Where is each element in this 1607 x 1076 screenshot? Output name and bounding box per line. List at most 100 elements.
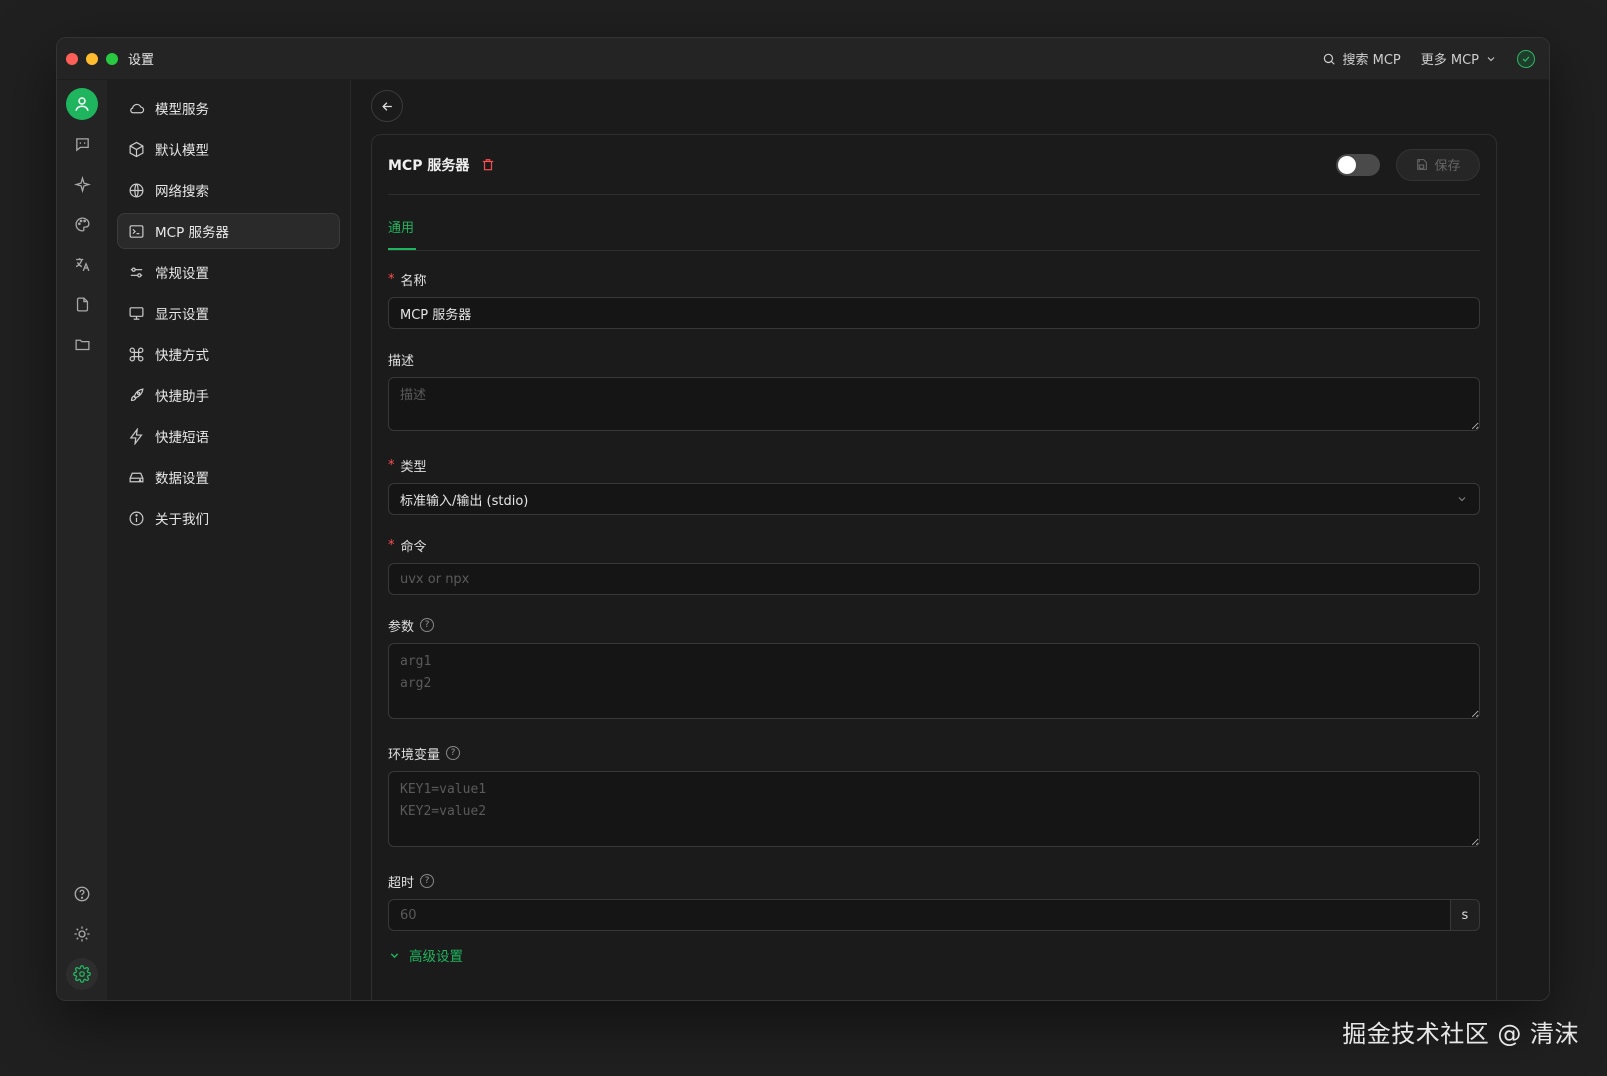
sun-icon	[74, 926, 90, 942]
minimize-window-button[interactable]	[86, 52, 98, 65]
help-nav-button[interactable]	[66, 878, 98, 910]
env-textarea[interactable]	[388, 771, 1480, 847]
translate-nav-button[interactable]	[66, 248, 98, 280]
command-input[interactable]	[388, 563, 1480, 595]
theme-toggle-button[interactable]	[66, 918, 98, 950]
info-icon	[129, 511, 144, 525]
args-textarea[interactable]	[388, 643, 1480, 719]
maximize-window-button[interactable]	[106, 52, 118, 65]
field-env: 环境变量?	[388, 743, 1480, 851]
chevron-down-icon	[390, 952, 399, 958]
name-input[interactable]	[388, 297, 1480, 329]
description-textarea[interactable]	[388, 377, 1480, 431]
sidebar-item-label: 快捷短语	[155, 430, 209, 446]
sidebar-item-label: 显示设置	[155, 307, 209, 323]
sidebar-item-default-model[interactable]: 默认模型	[117, 131, 340, 167]
description-label: 描述	[388, 353, 415, 369]
palette-nav-button[interactable]	[66, 208, 98, 240]
search-mcp-label: 搜索 MCP	[1342, 53, 1401, 68]
toggle-knob	[1338, 155, 1356, 174]
sidebar-item-quick-assistant[interactable]: 快捷助手	[117, 377, 340, 413]
cube-icon	[129, 141, 144, 157]
sidebar-item-quick-phrases[interactable]: 快捷短语	[117, 418, 340, 454]
main-content: MCP 服务器 保存 通用 * 名称 MCP 服务器 描述 描述 * 类型 标准…	[351, 80, 1549, 1000]
name-label: * 名称	[388, 271, 427, 289]
help-icon[interactable]: ?	[420, 874, 435, 888]
mcp-server-card: MCP 服务器 保存 通用 * 名称 MCP 服务器 描述 描述 * 类型 标准…	[371, 134, 1497, 1000]
sidebar-item-label: 模型服务	[155, 102, 209, 118]
field-args: 参数?	[388, 615, 1480, 723]
terminal-icon	[129, 224, 144, 238]
window-title: 设置	[128, 53, 155, 68]
sidebar-item-general-settings[interactable]: 常规设置	[117, 254, 340, 290]
timeout-label: 超时?	[388, 871, 1480, 891]
status-check-icon[interactable]	[1517, 49, 1535, 68]
sidebar-item-label: 快捷方式	[155, 348, 209, 364]
file-nav-button[interactable]	[66, 288, 98, 320]
search-mcp-button[interactable]: 搜索 MCP	[1322, 49, 1401, 68]
drive-icon	[129, 472, 144, 482]
file-icon	[76, 296, 88, 312]
sidebar-item-web-search[interactable]: 网络搜索	[117, 172, 340, 208]
sidebar-item-shortcuts[interactable]: 快捷方式	[117, 336, 340, 372]
more-mcp-label: 更多 MCP	[1420, 53, 1479, 68]
trash-icon	[483, 158, 494, 170]
avatar[interactable]	[66, 88, 98, 120]
sidebar-item-data-settings[interactable]: 数据设置	[117, 459, 340, 495]
titlebar-actions: 搜索 MCP 更多 MCP	[1322, 49, 1535, 68]
command-label: * 命令	[388, 537, 427, 555]
field-command: * 命令	[388, 535, 1480, 595]
folder-nav-button[interactable]	[66, 328, 98, 360]
cloud-icon	[130, 103, 145, 113]
lightning-icon	[129, 427, 143, 445]
sidebar-item-about-us[interactable]: 关于我们	[117, 500, 340, 536]
sparkle-nav-button[interactable]	[66, 168, 98, 200]
card-header: MCP 服务器 保存	[388, 135, 1480, 195]
save-button[interactable]: 保存	[1396, 148, 1480, 181]
card-tabs: 通用	[388, 195, 1480, 251]
window-controls	[66, 52, 118, 65]
field-timeout: 超时? s	[388, 871, 1480, 931]
help-icon[interactable]: ?	[446, 746, 461, 760]
user-icon	[75, 97, 89, 111]
tab-general[interactable]: 通用	[388, 217, 416, 250]
titlebar: 设置 搜索 MCP 更多 MCP	[57, 38, 1549, 80]
chat-nav-button[interactable]	[66, 128, 98, 160]
advanced-settings-label: 高级设置	[409, 949, 463, 965]
sidebar-item-model-service[interactable]: 模型服务	[117, 90, 340, 126]
type-select[interactable]: 标准输入/输出 (stdio)	[388, 483, 1480, 515]
sparkle-icon	[73, 175, 91, 193]
field-name: * 名称	[388, 269, 1480, 329]
sidebar-item-label: 默认模型	[155, 143, 209, 159]
sidebar-item-label: 常规设置	[155, 266, 209, 282]
timeout-input[interactable]	[388, 899, 1451, 931]
chat-icon	[75, 137, 89, 151]
globe-icon	[129, 183, 144, 197]
translate-icon	[75, 257, 89, 271]
settings-sidebar: 模型服务 默认模型 网络搜索 MCP 服务器 常规设置 显示设置 快捷方式 快捷…	[107, 80, 351, 1000]
advanced-settings-toggle[interactable]: 高级设置	[388, 945, 1480, 965]
folder-icon	[74, 339, 90, 350]
rocket-icon	[130, 387, 144, 401]
args-label: 参数?	[388, 615, 1480, 635]
watermark: 掘金技术社区 @ 清沫	[1342, 1020, 1579, 1048]
settings-nav-button[interactable]	[66, 958, 98, 990]
sidebar-item-label: 数据设置	[155, 471, 209, 487]
env-label: 环境变量?	[388, 743, 1480, 763]
sidebar-item-display-settings[interactable]: 显示设置	[117, 295, 340, 331]
sidebar-item-mcp-servers[interactable]: MCP 服务器	[117, 213, 340, 249]
monitor-icon	[129, 306, 144, 320]
more-mcp-dropdown[interactable]: 更多 MCP	[1421, 49, 1497, 68]
icon-sidebar	[57, 80, 107, 1000]
timeout-input-group: s	[388, 899, 1480, 931]
timeout-unit: s	[1450, 899, 1480, 931]
close-window-button[interactable]	[66, 52, 78, 65]
help-icon[interactable]: ?	[420, 618, 435, 632]
sliders-icon	[130, 267, 143, 277]
gear-icon	[73, 965, 91, 983]
back-button[interactable]	[371, 90, 403, 122]
sidebar-item-label: 网络搜索	[155, 184, 209, 200]
app-window: 设置 搜索 MCP 更多 MCP 模型服务 默认模型 网络搜索 MCP 服务器 …	[56, 37, 1550, 1001]
enable-server-toggle[interactable]	[1336, 153, 1380, 176]
delete-server-button[interactable]	[481, 158, 495, 172]
